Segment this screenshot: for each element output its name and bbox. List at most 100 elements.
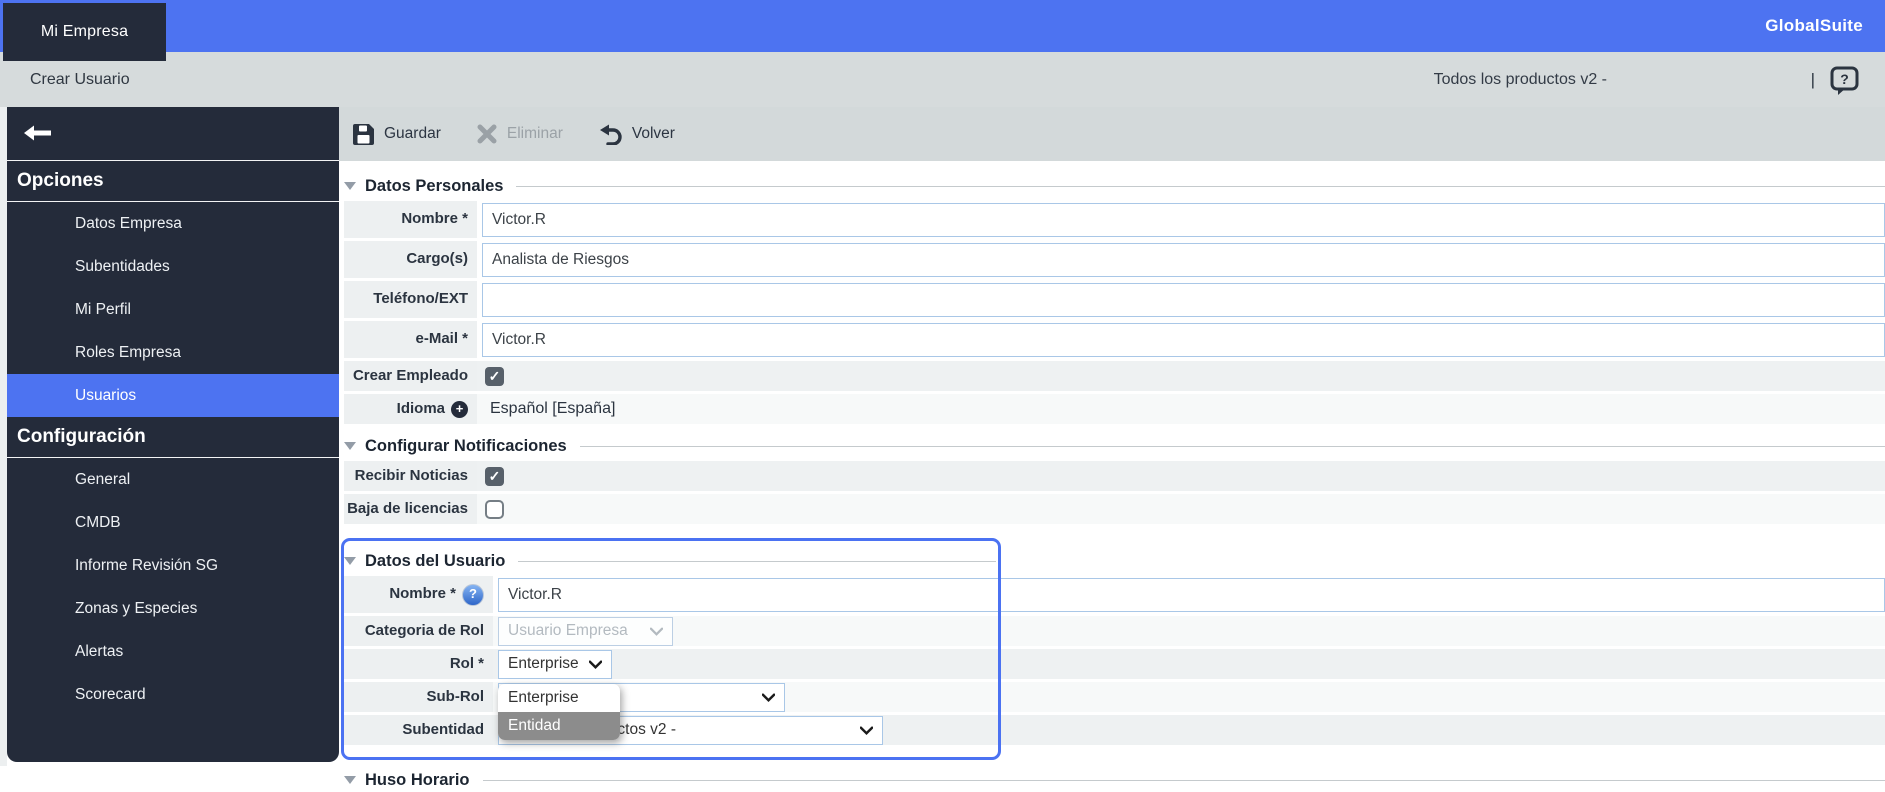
triangle-down-icon[interactable] [344,442,356,450]
help-button[interactable]: ? [1829,65,1861,97]
question-glyph: ? [469,587,477,601]
form-row-crear-empleado: Crear Empleado ✓ [344,361,1885,391]
form-row-telefono: Teléfono/EXT [344,281,1885,318]
baja-licencias-checkbox[interactable] [485,500,504,519]
left-gutter [0,107,7,766]
form-row-email: e-Mail * [344,321,1885,358]
triangle-down-icon[interactable] [344,182,356,190]
sidebar-item-label: Usuarios [75,387,136,405]
form-row-cargos: Cargo(s) [344,241,1885,278]
sidebar-item-label: CMDB [75,514,121,532]
plus-glyph: + [456,402,464,416]
field-label: Cargo(s) [344,241,477,278]
question-circle-icon[interactable]: ? [462,584,484,606]
telefono-input[interactable] [482,283,1885,317]
sub-header: Crear Usuario Todos los productos v2 - |… [0,52,1885,107]
triangle-down-icon[interactable] [344,776,356,784]
field-label: e-Mail * [344,321,477,358]
usuario-nombre-input[interactable] [498,578,1885,612]
sidebar-item-label: Zonas y Especies [75,600,197,618]
dropdown-option-enterprise[interactable]: Enterprise [498,684,620,712]
sidebar-item-scorecard[interactable]: Scorecard [7,673,339,716]
field-label: Idioma + [344,394,477,424]
section-line [483,780,1885,781]
field-label: Crear Empleado [344,361,477,391]
email-input[interactable] [482,323,1885,357]
undo-arrow-icon [599,124,622,145]
sidebar: Opciones Datos Empresa Subentidades Mi P… [7,107,339,762]
form-row-baja-licencias: Baja de licencias [344,494,1885,524]
sidebar-heading-configuracion: Configuración [7,417,339,457]
field-label: Subentidad [344,715,493,745]
plus-circle-icon[interactable]: + [451,401,468,418]
section-header-huso-horario: Huso Horario [344,768,1885,792]
field-label: Teléfono/EXT [344,281,477,318]
sidebar-item-zonas-y-especies[interactable]: Zonas y Especies [7,587,339,630]
sidebar-item-subentidades[interactable]: Subentidades [7,245,339,288]
check-icon: ✓ [489,468,501,485]
recibir-noticias-checkbox[interactable]: ✓ [485,467,504,486]
sidebar-item-label: Scorecard [75,686,146,704]
sidebar-item-general[interactable]: General [7,458,339,501]
svg-text:?: ? [1840,71,1849,87]
field-label: Nombre * ? [344,576,493,613]
form-row-sub-rol: Sub-Rol Enterprise Entidad [344,682,1885,712]
field-label: Nombre * [344,201,477,238]
separator: | [1811,52,1815,107]
sidebar-item-alertas[interactable]: Alertas [7,630,339,673]
field-label: Recibir Noticias [344,461,477,491]
sidebar-item-label: Subentidades [75,258,170,276]
floppy-disk-icon [353,124,374,145]
section-header-configurar-notificaciones: Configurar Notificaciones [344,434,1885,458]
select-value: Usuario Empresa [508,622,628,640]
field-label: Rol * [344,649,493,679]
categoria-de-rol-select[interactable]: Usuario Empresa [498,617,673,646]
dropdown-option-entidad[interactable]: Entidad [498,712,620,740]
delete-button[interactable]: Eliminar [477,124,563,144]
sidebar-item-informe-revision-sg[interactable]: Informe Revisión SG [7,544,339,587]
triangle-down-icon[interactable] [344,557,356,565]
arrow-left-icon [23,123,51,143]
delete-label: Eliminar [507,125,563,143]
sidebar-item-mi-perfil[interactable]: Mi Perfil [7,288,339,331]
save-button[interactable]: Guardar [353,124,441,145]
sidebar-item-roles-empresa[interactable]: Roles Empresa [7,331,339,374]
sidebar-item-label: Datos Empresa [75,215,182,233]
top-bar [0,0,1885,52]
sidebar-item-usuarios[interactable]: Usuarios [7,374,339,417]
field-label-text: Idioma [397,401,445,418]
sidebar-item-datos-empresa[interactable]: Datos Empresa [7,202,339,245]
back-button[interactable]: Volver [599,124,675,145]
sidebar-item-cmdb[interactable]: CMDB [7,501,339,544]
nombre-input[interactable] [482,203,1885,237]
main-content: Guardar Eliminar Volver Datos Personales… [339,107,1885,766]
section-title: Huso Horario [365,771,470,790]
user-form: Datos Personales Nombre * Cargo(s) Teléf… [339,161,1885,792]
crear-empleado-checkbox[interactable]: ✓ [485,367,504,386]
form-row-idioma: Idioma + Español [España] [344,394,1885,424]
field-label: Sub-Rol [344,682,493,712]
field-label-text: Nombre * [389,586,456,603]
option-label: Entidad [508,717,561,735]
rol-select[interactable]: Enterprise [498,650,612,679]
form-row-usuario-nombre: Nombre * ? [344,576,1885,613]
x-icon [477,124,497,144]
form-row-recibir-noticias: Recibir Noticias ✓ [344,461,1885,491]
section-line [518,561,996,562]
save-label: Guardar [384,125,441,143]
sidebar-heading-opciones: Opciones [7,161,339,201]
back-label: Volver [632,125,675,143]
section-line [580,446,1885,447]
company-tab[interactable]: Mi Empresa [3,3,166,61]
brand-logo: GlobalSuite [1765,0,1863,52]
question-bubble-icon: ? [1829,65,1861,97]
sub-rol-dropdown: Enterprise Entidad [498,684,620,740]
section-title: Configurar Notificaciones [365,437,567,456]
cargos-input[interactable] [482,243,1885,277]
sidebar-back-button[interactable] [7,107,339,160]
option-label: Enterprise [508,689,579,707]
section-title: Datos del Usuario [365,552,505,571]
sidebar-item-label: Mi Perfil [75,301,131,319]
sidebar-item-label: Informe Revisión SG [75,557,218,575]
company-tab-label: Mi Empresa [41,23,128,41]
